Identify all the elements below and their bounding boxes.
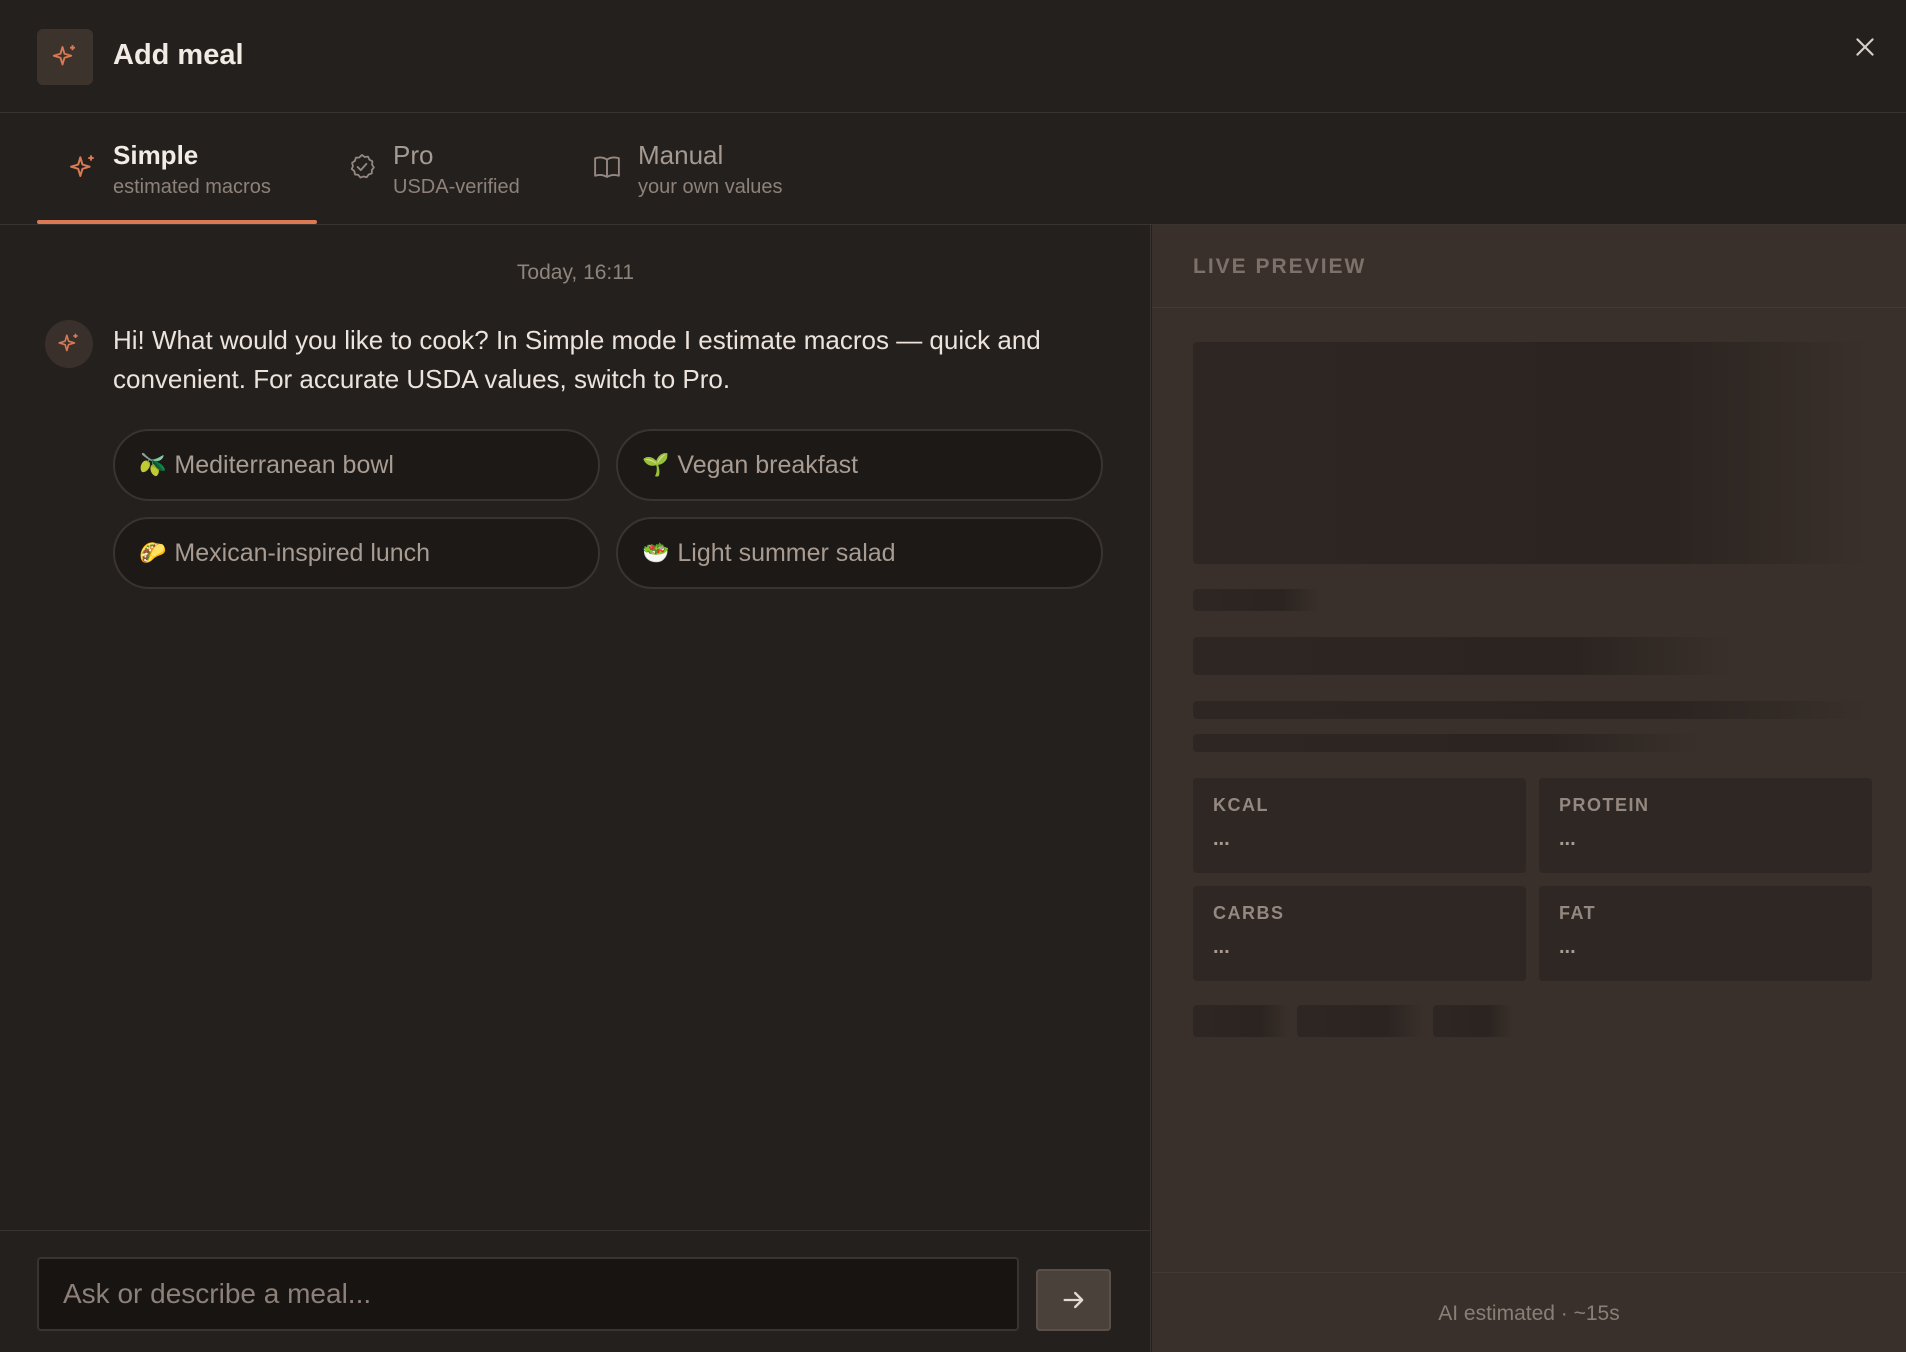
macro-label: PROTEIN [1559,795,1650,815]
arrow-right-icon [1060,1286,1088,1314]
suggestion-chip[interactable]: 🌮 Mexican-inspired lunch [113,517,600,589]
skeleton-line [1193,589,1321,611]
mode-tabs: Simple estimated macros Pro USDA-verifie… [0,114,1906,225]
olive-icon: 🫒 [139,452,167,478]
tab-simple[interactable]: Simple estimated macros [37,114,317,224]
suggestion-label: Mediterranean bowl [174,450,394,479]
macro-card-fat: FAT ... [1539,886,1872,981]
salad-icon: 🥗 [642,540,670,566]
book-icon [592,152,624,184]
tab-manual-sub: your own values [638,176,783,198]
skeleton-tag [1193,1005,1290,1037]
skeleton-tag [1433,1005,1513,1037]
seedling-icon: 🌱 [642,452,670,478]
suggestion-label: Mexican-inspired lunch [174,538,431,567]
tab-pro-label: Pro [393,140,434,170]
active-tab-indicator [37,220,317,224]
tab-simple-label: Simple [113,140,199,170]
macro-value: ... [1213,936,1230,958]
meal-input[interactable] [37,1257,1019,1331]
send-button[interactable] [1036,1269,1111,1331]
macro-value: ... [1559,936,1576,958]
suggestion-label: Light summer salad [677,538,896,567]
bot-message: Hi! What would you like to cook? In Simp… [113,325,1041,394]
preview-footer: AI estimated · ~15s [1438,1302,1620,1325]
tab-pro[interactable]: Pro USDA-verified [347,114,557,224]
sparkle-icon [56,331,82,357]
close-icon[interactable] [1850,32,1880,62]
skeleton-line [1193,701,1873,719]
dialog-title: Add meal [113,39,244,71]
live-preview-panel: LIVE PREVIEW KCAL ... PROTEIN ... CARBS … [1152,225,1906,1352]
macro-label: KCAL [1213,795,1269,815]
macro-value: ... [1559,828,1576,850]
dialog-header: Add meal [0,0,1906,113]
suggestion-chip[interactable]: 🫒 Mediterranean bowl [113,429,600,501]
check-circle-icon [347,152,379,184]
composer [0,1230,1151,1352]
image-placeholder [1193,342,1873,564]
macro-value: ... [1213,828,1230,850]
taco-icon: 🌮 [139,540,167,566]
suggestion-label: Vegan breakfast [677,450,859,479]
chat-timestamp: Today, 16:11 [516,261,635,284]
macro-label: FAT [1559,903,1597,923]
suggestion-chip[interactable]: 🥗 Light summer salad [616,517,1103,589]
tab-manual-label: Manual [638,140,724,170]
macro-card-protein: PROTEIN ... [1539,778,1872,873]
suggestion-chip[interactable]: 🌱 Vegan breakfast [616,429,1103,501]
macro-card-kcal: KCAL ... [1193,778,1526,873]
skeleton-line [1193,734,1703,752]
tab-pro-sub: USDA-verified [393,176,520,198]
macro-label: CARBS [1213,903,1285,923]
tab-manual[interactable]: Manual your own values [592,114,822,224]
skeleton-line [1193,637,1737,675]
macro-card-carbs: CARBS ... [1193,886,1526,981]
chat-panel: Today, 16:11 Hi! What would you like to … [0,225,1151,1230]
sparkle-icon [37,29,93,85]
preview-title: LIVE PREVIEW [1193,255,1367,278]
tab-simple-sub: estimated macros [113,176,271,198]
sparkle-icon [67,152,99,184]
divider [1152,1272,1906,1273]
skeleton-tag [1297,1005,1425,1037]
bot-avatar [45,320,93,368]
divider [1152,307,1906,308]
